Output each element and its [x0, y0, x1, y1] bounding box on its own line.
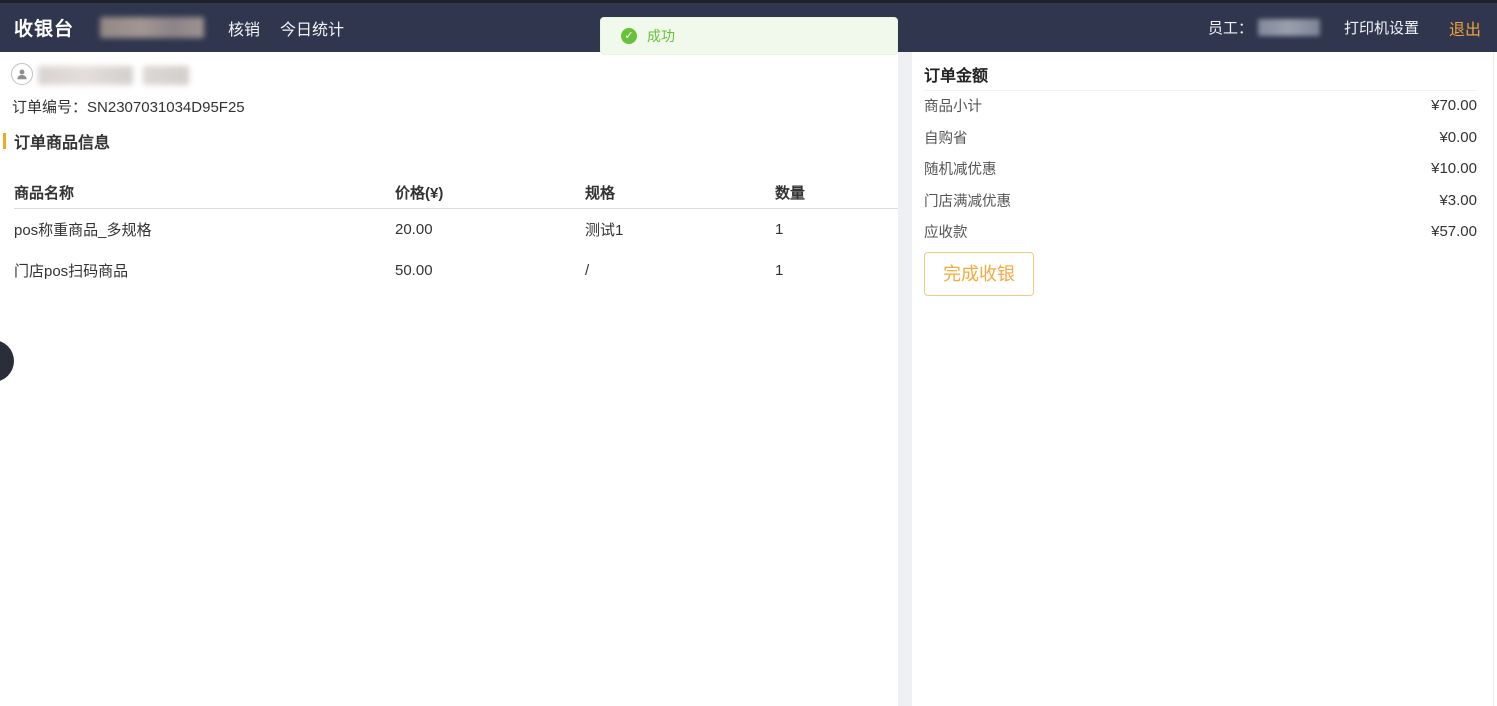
logout-button[interactable]: 退出 [1449, 16, 1481, 40]
nav-item-verify[interactable]: 核销 [228, 16, 260, 40]
customer-avatar [11, 63, 33, 85]
success-toast: ✓ 成功 [600, 17, 898, 55]
summary-row-subtotal: 商品小计 ¥70.00 [924, 90, 1477, 122]
navbar-right-group: 员工： 打印机设置 退出 [1208, 16, 1481, 40]
nav-item-today-stats[interactable]: 今日统计 [280, 16, 344, 40]
table-header-row: 商品名称 价格(¥) 规格 数量 [14, 178, 900, 206]
cell-price: 20.00 [395, 221, 585, 238]
cell-qty: 1 [775, 221, 900, 238]
cell-name: 门店pos扫码商品 [14, 260, 395, 281]
goods-section-title: 订单商品信息 [3, 129, 110, 153]
table-row: pos称重商品_多规格 20.00 测试1 1 [14, 209, 900, 250]
summary-value: ¥70.00 [1431, 97, 1477, 114]
employee-label: 员工： [1208, 17, 1253, 38]
summary-label: 自购省 [924, 127, 968, 148]
table-row: 门店pos扫码商品 50.00 / 1 [14, 250, 900, 291]
order-number-label: 订单编号： [12, 99, 87, 116]
cell-price: 50.00 [395, 262, 585, 279]
summary-row-store-discount: 门店满减优惠 ¥3.00 [924, 185, 1477, 217]
summary-label: 商品小计 [924, 95, 982, 116]
section-accent-bar [3, 133, 6, 149]
order-number-value: SN2307031034D95F25 [87, 99, 245, 116]
redacted-customer-name-2 [143, 66, 189, 85]
window-top-strip [0, 0, 1497, 3]
order-number-line: 订单编号：SN2307031034D95F25 [12, 96, 245, 117]
order-amount-panel: 订单金额 商品小计 ¥70.00 自购省 ¥0.00 随机减优惠 ¥10.00 … [912, 52, 1497, 706]
col-header-price: 价格(¥) [395, 182, 585, 203]
summary-row-random-discount: 随机减优惠 ¥10.00 [924, 153, 1477, 185]
summary-value: ¥0.00 [1439, 129, 1477, 146]
summary-value: ¥3.00 [1439, 192, 1477, 209]
cell-spec: 测试1 [585, 219, 775, 240]
check-circle-icon: ✓ [621, 28, 637, 44]
summary-rows: 商品小计 ¥70.00 自购省 ¥0.00 随机减优惠 ¥10.00 门店满减优… [924, 90, 1477, 248]
printer-settings-button[interactable]: 打印机设置 [1344, 17, 1419, 38]
summary-label: 应收款 [924, 221, 968, 242]
summary-title: 订单金额 [924, 62, 988, 86]
summary-row-receivable: 应收款 ¥57.00 [924, 216, 1477, 248]
summary-label: 门店满减优惠 [924, 190, 1011, 211]
col-header-spec: 规格 [585, 182, 775, 203]
redacted-store-name [100, 17, 204, 38]
summary-label: 随机减优惠 [924, 158, 997, 179]
goods-table: 商品名称 价格(¥) 规格 数量 pos称重商品_多规格 20.00 测试1 1… [14, 178, 900, 291]
app-title: 收银台 [14, 14, 74, 41]
complete-checkout-button[interactable]: 完成收银 [924, 252, 1034, 296]
redacted-employee-name [1258, 19, 1320, 36]
cell-qty: 1 [775, 262, 900, 279]
order-detail-panel: 订单编号：SN2307031034D95F25 订单商品信息 商品名称 价格(¥… [0, 52, 898, 706]
panel-divider-gap [898, 52, 912, 706]
col-header-qty: 数量 [775, 182, 900, 203]
summary-value: ¥10.00 [1431, 160, 1477, 177]
cell-name: pos称重商品_多规格 [14, 219, 395, 240]
col-header-name: 商品名称 [14, 182, 395, 203]
toast-message: 成功 [647, 26, 675, 46]
summary-row-self-save: 自购省 ¥0.00 [924, 122, 1477, 154]
redacted-customer-name [38, 66, 133, 85]
person-icon [15, 67, 29, 81]
scrollbar-edge-line [1493, 52, 1494, 706]
section-title-text: 订单商品信息 [14, 129, 110, 153]
cell-spec: / [585, 262, 775, 279]
summary-value: ¥57.00 [1431, 223, 1477, 240]
